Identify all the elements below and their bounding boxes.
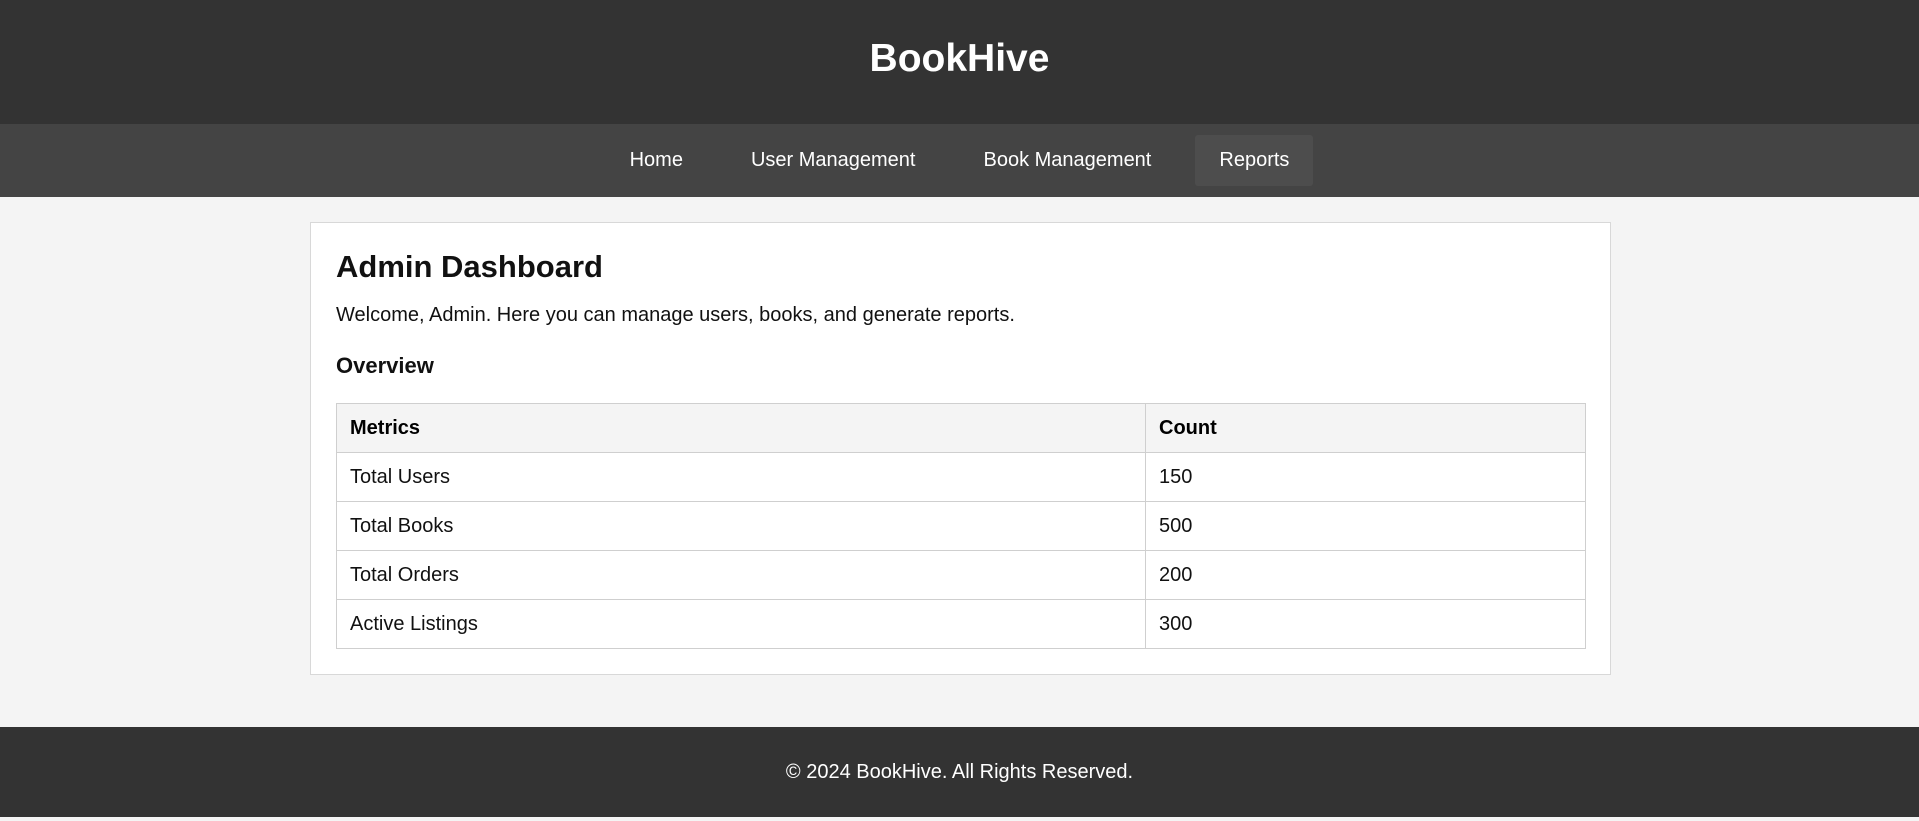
nav-home-link[interactable]: Home (606, 135, 707, 186)
metric-count-cell: 200 (1145, 550, 1586, 600)
table-row: Total Users 150 (336, 452, 1586, 502)
site-footer: © 2024 BookHive. All Rights Reserved. (0, 727, 1919, 817)
metric-name-cell: Total Orders (336, 550, 1146, 600)
metric-count-cell: 150 (1145, 452, 1586, 502)
table-row: Total Orders 200 (336, 550, 1586, 600)
main-content: Admin Dashboard Welcome, Admin. Here you… (0, 197, 1919, 727)
page: BookHive Home User Management Book Manag… (0, 0, 1919, 821)
page-title: Admin Dashboard (336, 249, 603, 284)
nav-book-management-link[interactable]: Book Management (959, 135, 1175, 186)
metric-count-cell: 300 (1145, 599, 1586, 649)
metrics-table: Metrics Count Total Users 150 Total Book… (336, 403, 1586, 649)
column-header-count: Count (1145, 403, 1586, 453)
metric-count-cell: 500 (1145, 501, 1586, 551)
metric-name-cell: Active Listings (336, 599, 1146, 649)
site-title: BookHive (869, 37, 1050, 80)
site-header: BookHive (0, 0, 1919, 124)
nav-reports-link[interactable]: Reports (1195, 135, 1314, 186)
metric-name-cell: Total Users (336, 452, 1146, 502)
column-header-metrics: Metrics (336, 403, 1146, 453)
copyright-text: © 2024 BookHive. All Rights Reserved. (785, 760, 1134, 783)
welcome-message: Welcome, Admin. Here you can manage user… (336, 304, 1015, 326)
dashboard-card: Admin Dashboard Welcome, Admin. Here you… (310, 222, 1611, 675)
table-header-row: Metrics Count (336, 403, 1586, 453)
main-nav: Home User Management Book Management Rep… (0, 124, 1919, 197)
metric-name-cell: Total Books (336, 501, 1146, 551)
table-row: Active Listings 300 (336, 599, 1586, 649)
nav-user-management-link[interactable]: User Management (727, 135, 940, 186)
table-row: Total Books 500 (336, 501, 1586, 551)
overview-heading: Overview (336, 353, 434, 378)
